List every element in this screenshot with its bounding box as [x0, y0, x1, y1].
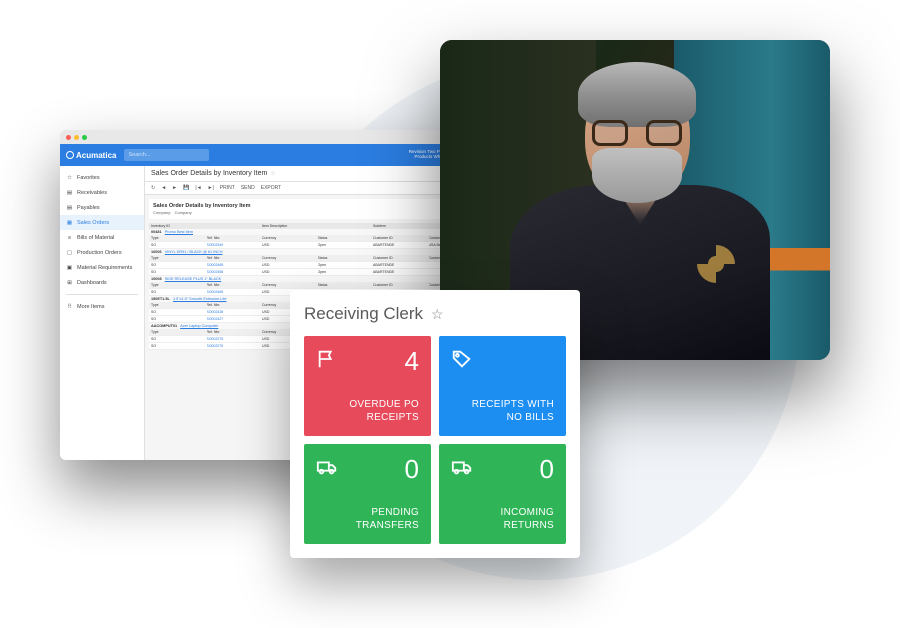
sidebar-item-label: Production Orders: [77, 250, 122, 256]
page-title-row: Sales Order Details by Inventory Item ☆: [145, 166, 490, 182]
brand-icon: [66, 151, 74, 159]
sidebar-item-bills-of-material[interactable]: ≡ Bills of Material: [60, 230, 144, 245]
tile-value: 0: [540, 456, 554, 482]
clipboard-icon: ▢: [66, 249, 73, 256]
clerk-title: Receiving Clerk ☆: [304, 304, 566, 324]
tile-value: 4: [405, 348, 419, 374]
search-input[interactable]: Search...: [124, 149, 209, 161]
doc-icon: ▤: [66, 204, 73, 211]
sidebar-item-favorites[interactable]: ☆ Favorites: [60, 170, 144, 185]
tile-label: PENDINGTRANSFERS: [316, 506, 419, 532]
tile-label: INCOMINGRETURNS: [451, 506, 554, 532]
table-row[interactable]: SOSO002465USDOpenABARTENDE: [149, 262, 486, 269]
refresh-icon[interactable]: ↻: [151, 185, 155, 191]
last-icon[interactable]: ►|: [208, 185, 214, 191]
sidebar-item-label: More Items: [77, 304, 105, 310]
tile-overdue-po-receipts[interactable]: 4 OVERDUE PORECEIPTS: [304, 336, 431, 436]
back-icon[interactable]: ◄: [161, 185, 166, 191]
receiving-clerk-card: Receiving Clerk ☆ 4 OVERDUE PORECEIPTS R…: [290, 290, 580, 558]
sidebar-item-receivables[interactable]: ▤ Receivables: [60, 185, 144, 200]
tile-incoming-returns[interactable]: 0 INCOMINGRETURNS: [439, 444, 566, 544]
tile-pending-transfers[interactable]: 0 PENDINGTRANSFERS: [304, 444, 431, 544]
brand-text: Acumatica: [76, 151, 116, 160]
brand-logo[interactable]: Acumatica: [66, 151, 116, 160]
favorite-icon[interactable]: ☆: [431, 306, 444, 323]
truck-icon: [316, 456, 338, 478]
box-icon: ▣: [66, 264, 73, 271]
sidebar-item-label: Receivables: [77, 190, 107, 196]
list-icon: ≡: [66, 234, 73, 241]
star-icon: ☆: [66, 174, 73, 181]
more-icon: ⠿: [66, 303, 73, 310]
table-row[interactable]: SOSO002456USDOpenABARTENDE: [149, 269, 486, 276]
sidebar-item-material-requirements[interactable]: ▣ Material Requirements: [60, 260, 144, 275]
truck-icon: [451, 456, 473, 478]
sidebar-item-sales-orders[interactable]: ▦ Sales Orders: [60, 215, 144, 230]
search-placeholder: Search...: [128, 152, 150, 158]
doc-icon: ▤: [66, 189, 73, 196]
toolbar: ↻ ◄ ► 💾 |◄ ►| PRINT SEND EXPORT: [145, 182, 490, 195]
tile-label: OVERDUE PORECEIPTS: [316, 398, 419, 424]
first-icon[interactable]: |◄: [195, 185, 201, 191]
close-icon[interactable]: [66, 135, 71, 140]
tag-icon: [451, 348, 473, 370]
page-title: Sales Order Details by Inventory Item: [151, 170, 267, 177]
grid-icon: ⊞: [66, 279, 73, 286]
report-header: Sales Order Details by Inventory Item Co…: [149, 199, 486, 219]
favorite-icon[interactable]: ☆: [270, 170, 275, 177]
sidebar-item-dashboards[interactable]: ⊞ Dashboards: [60, 275, 144, 290]
print-button[interactable]: PRINT: [220, 185, 235, 191]
minimize-icon[interactable]: [74, 135, 79, 140]
sidebar-item-label: Favorites: [77, 175, 100, 181]
tile-value: 0: [405, 456, 419, 482]
app-header: Acumatica Search... Revision Two Product…: [60, 144, 490, 166]
sidebar: ☆ Favorites ▤ Receivables ▤ Payables ▦ Sales Or…: [60, 166, 145, 460]
export-button[interactable]: EXPORT: [261, 185, 281, 191]
sidebar-item-label: Dashboards: [77, 280, 107, 286]
cart-icon: ▦: [66, 219, 73, 226]
sidebar-item-label: Material Requirements: [77, 265, 132, 271]
flag-icon: [316, 348, 338, 370]
window-titlebar: [60, 130, 490, 144]
sidebar-item-more-items[interactable]: ⠿ More Items: [60, 299, 144, 314]
sidebar-item-label: Sales Orders: [77, 220, 109, 226]
send-button[interactable]: SEND: [241, 185, 255, 191]
maximize-icon[interactable]: [82, 135, 87, 140]
save-icon[interactable]: 💾: [183, 185, 189, 191]
tile-label: RECEIPTS WITHNO BILLS: [451, 398, 554, 424]
forward-icon[interactable]: ►: [172, 185, 177, 191]
sidebar-item-payables[interactable]: ▤ Payables: [60, 200, 144, 215]
sidebar-item-production-orders[interactable]: ▢ Production Orders: [60, 245, 144, 260]
sidebar-item-label: Payables: [77, 205, 100, 211]
tile-receipts-with-no-bills[interactable]: RECEIPTS WITHNO BILLS: [439, 336, 566, 436]
sidebar-item-label: Bills of Material: [77, 235, 114, 241]
table-row[interactable]: SOSO002349USDOpenABARTENDEUSA Bartending…: [149, 242, 486, 249]
